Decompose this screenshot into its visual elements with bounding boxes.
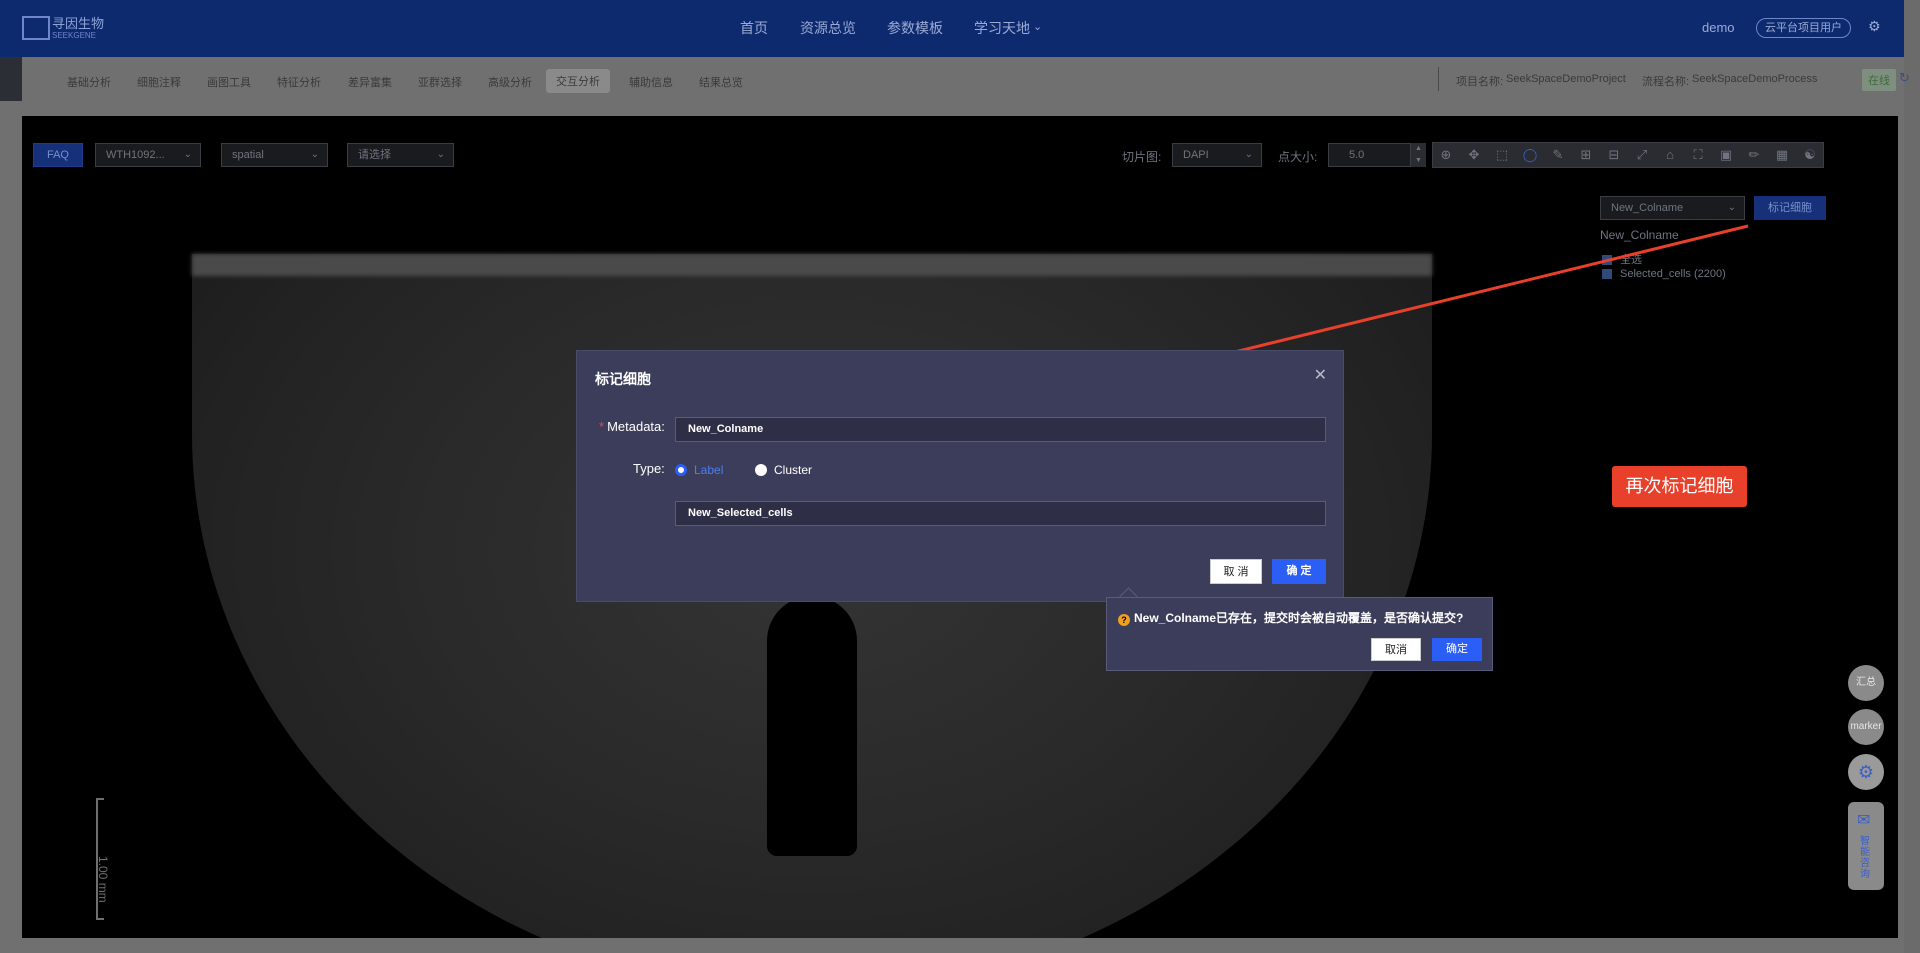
marker-button[interactable]: marker (1848, 709, 1884, 745)
summary-button[interactable]: 汇总 (1848, 665, 1884, 701)
confirm-cancel-button[interactable]: 取消 (1371, 638, 1421, 661)
radio-icon (755, 464, 767, 476)
chat-label: 智能咨询 (1860, 836, 1870, 880)
dialog-title: 标记细胞 (595, 371, 651, 387)
dialog-cancel-button[interactable]: 取 消 (1210, 559, 1262, 584)
settings-gear-icon[interactable]: ⚙ (1848, 754, 1884, 790)
confirm-message: ? New_Colname已存在，提交时会被自动覆盖，是否确认提交? (1118, 609, 1463, 626)
type-radio-label[interactable]: Label (675, 463, 723, 477)
warning-icon: ? (1118, 614, 1130, 626)
label-input[interactable]: New_Selected_cells (675, 501, 1326, 526)
metadata-label: * Metadata: (599, 419, 665, 434)
metadata-input[interactable]: New_Colname (675, 417, 1326, 442)
close-icon[interactable]: ✕ (1314, 365, 1327, 385)
type-radio-cluster[interactable]: Cluster (755, 463, 812, 477)
required-marker: * (599, 419, 605, 434)
confirm-popover: ? New_Colname已存在，提交时会被自动覆盖，是否确认提交? 取消 确定 (1106, 597, 1493, 671)
chat-button[interactable]: ✉ 智能咨询 (1848, 802, 1884, 890)
type-label: Type: (633, 461, 665, 476)
mark-cells-dialog: 标记细胞 ✕ * Metadata: New_Colname Type: Labe… (576, 350, 1344, 602)
annotation-label: 再次标记细胞 (1612, 466, 1747, 507)
dialog-ok-button[interactable]: 确 定 (1272, 559, 1326, 584)
confirm-ok-button[interactable]: 确定 (1432, 638, 1482, 661)
radio-selected-icon (675, 464, 687, 476)
chat-icon: ✉ (1857, 812, 1871, 829)
